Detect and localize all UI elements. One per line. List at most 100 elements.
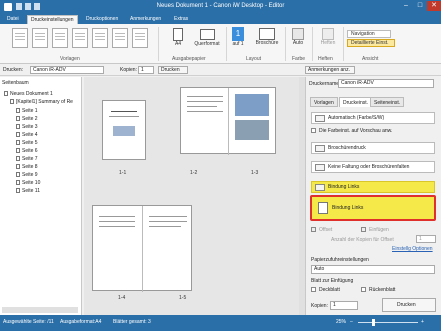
- output-size-button[interactable]: A4: [170, 28, 186, 47]
- insert-sheet-label: Blatt zur Einfügung: [311, 278, 354, 284]
- tree-item-page[interactable]: Seite 3: [16, 124, 38, 130]
- close-icon[interactable]: ✕: [427, 1, 441, 11]
- template-thumb-5[interactable]: [92, 28, 108, 48]
- tree-item-page[interactable]: Seite 8: [16, 164, 38, 170]
- preview-sheet-2[interactable]: [180, 87, 276, 155]
- tree-item-page[interactable]: Seite 6: [16, 148, 38, 154]
- panel-copies-input[interactable]: 1: [330, 301, 358, 310]
- menu-bar: Datei Druckeinstellungen Druckoptionen A…: [0, 14, 441, 24]
- booklet-icon: [259, 28, 275, 40]
- booklet-print-select[interactable]: Broschürendruck: [311, 142, 435, 154]
- title-bar: Neues Dokument 1 - Canon iW Desktop - Ed…: [0, 0, 441, 14]
- offset-checkbox[interactable]: [311, 227, 316, 232]
- tree-item-chapter[interactable]: [Kapitel1] Summary of Re: [10, 99, 73, 105]
- color-mode-select[interactable]: Automatisch (Farbe/S/W): [311, 112, 435, 124]
- tree-item-page[interactable]: Seite 10: [16, 180, 40, 186]
- zoom-out-icon[interactable]: –: [350, 319, 353, 325]
- panel-print-button[interactable]: Drucken: [382, 298, 436, 312]
- page-icon: [16, 108, 20, 114]
- offset-copies-input[interactable]: 1: [416, 235, 436, 243]
- template-thumb-4[interactable]: [72, 28, 88, 48]
- output-size-label: A4: [174, 41, 182, 47]
- back-cover-label: Rückenblatt: [369, 287, 396, 293]
- template-thumb-2[interactable]: [32, 28, 48, 48]
- status-output-format: Ausgabeformat:A4: [60, 319, 102, 325]
- tab-vorlagen[interactable]: Vorlagen: [310, 97, 338, 107]
- booklet-button[interactable]: Broschüre: [252, 28, 282, 46]
- template-thumb-3[interactable]: [52, 28, 68, 48]
- tree-item-page[interactable]: Seite 11: [16, 188, 40, 194]
- zoom-in-icon[interactable]: +: [421, 319, 424, 325]
- color-button[interactable]: Auto: [289, 28, 307, 46]
- orientation-label: Querformat: [194, 41, 220, 47]
- staple-button[interactable]: Heften: [316, 28, 340, 46]
- binding-select[interactable]: Bindung Links: [311, 181, 435, 193]
- minimize-icon[interactable]: –: [399, 1, 413, 11]
- show-annotations-button[interactable]: Anmerkungen anz.: [305, 66, 355, 74]
- template-thumb-7[interactable]: [132, 28, 148, 48]
- binding-left-option-highlight[interactable]: Bindung Links: [310, 195, 436, 221]
- copies-label: Kopien:: [120, 67, 137, 73]
- group-label-farbe: Farbe: [292, 56, 306, 62]
- tab-extras[interactable]: Extras: [171, 15, 191, 24]
- back-cover-checkbox[interactable]: [361, 287, 366, 292]
- tree-item-page[interactable]: Seite 9: [16, 172, 38, 178]
- tab-druckeinst[interactable]: Druckeinst.: [339, 97, 373, 107]
- page-icon: [16, 132, 20, 138]
- pages-per-sheet-value: 1: [232, 27, 244, 41]
- ribbon: Vorlagen A4 Querformat Ausgabepapier 1 a…: [0, 24, 441, 64]
- tree-item-page[interactable]: Seite 5: [16, 140, 38, 146]
- offset-label: Offset: [319, 227, 333, 233]
- pages-per-sheet-label: auf 1: [232, 41, 244, 47]
- cover-checkbox[interactable]: [311, 287, 316, 292]
- insert-checkbox[interactable]: [361, 227, 366, 232]
- page-size-icon: [173, 28, 183, 41]
- zoom-level: 25%: [336, 319, 347, 325]
- booklet-print-icon: [315, 145, 325, 152]
- pages-per-sheet-button[interactable]: 1 auf 1: [230, 27, 246, 47]
- fold-select[interactable]: Keine Faltung oder Broschürenfalten: [311, 161, 435, 173]
- panel-copies-label: Kopien:: [311, 303, 328, 309]
- print-preview: 1-1 1-2 1-3 1-4 1-5: [84, 77, 299, 315]
- page-icon: [16, 172, 20, 178]
- tree-item-page[interactable]: Seite 7: [16, 156, 38, 162]
- color-mode-icon: [315, 115, 325, 122]
- preview-label-4: 1-4: [118, 295, 126, 301]
- finishing-options-link[interactable]: Einstellg Optionen: [392, 246, 433, 252]
- booklet-label: Broschüre: [255, 40, 279, 46]
- page-icon: [16, 116, 20, 122]
- tab-anmerkungen[interactable]: Anmerkungen: [127, 15, 164, 24]
- preview-sheet-3[interactable]: [92, 205, 192, 292]
- tree-item-page[interactable]: Seite 2: [16, 116, 38, 122]
- page-icon: [16, 180, 20, 186]
- paper-source-select[interactable]: Auto: [311, 265, 435, 274]
- printer-select[interactable]: Canon iR-ADV: [30, 66, 104, 74]
- zoom-slider-thumb[interactable]: [372, 319, 375, 326]
- zoom-slider[interactable]: [358, 322, 418, 323]
- copies-input[interactable]: 1: [138, 66, 154, 74]
- tab-druckeinstellungen[interactable]: Druckeinstellungen: [27, 15, 78, 24]
- navigation-button[interactable]: Navigation: [347, 30, 391, 38]
- tab-druckoptionen[interactable]: Druckoptionen: [83, 15, 121, 24]
- orientation-button[interactable]: Querformat: [190, 28, 224, 47]
- preview-sheet-1[interactable]: [102, 100, 146, 160]
- printer-name-select[interactable]: Canon iR-ADV: [338, 79, 434, 88]
- print-button[interactable]: Drucken: [158, 66, 188, 74]
- tab-seiteneinst[interactable]: Seiteneinst.: [370, 97, 405, 107]
- tree-item-page[interactable]: Seite 4: [16, 132, 38, 138]
- detailed-settings-button[interactable]: Detaillierte Einst.: [347, 39, 395, 47]
- sidebar-horizontal-scrollbar[interactable]: [2, 307, 78, 313]
- tree-item-document[interactable]: Neues Dokument 1: [4, 91, 53, 97]
- maximize-icon[interactable]: □: [413, 1, 427, 11]
- apply-color-checkbox[interactable]: [311, 128, 316, 133]
- tab-datei[interactable]: Datei: [4, 15, 22, 24]
- template-thumb-1[interactable]: [12, 28, 28, 48]
- window-title: Neues Dokument 1 - Canon iW Desktop - Ed…: [156, 3, 285, 9]
- preview-label-1: 1-1: [119, 170, 127, 176]
- preview-label-3: 1-3: [251, 170, 259, 176]
- page-tree-panel: Seitenbaum Neues Dokument 1 [Kapitel1] S…: [0, 77, 82, 315]
- group-label-ansicht: Ansicht: [362, 56, 379, 62]
- tree-item-page[interactable]: Seite 1: [16, 108, 38, 114]
- template-thumb-6[interactable]: [112, 28, 128, 48]
- chapter-icon: [10, 99, 14, 105]
